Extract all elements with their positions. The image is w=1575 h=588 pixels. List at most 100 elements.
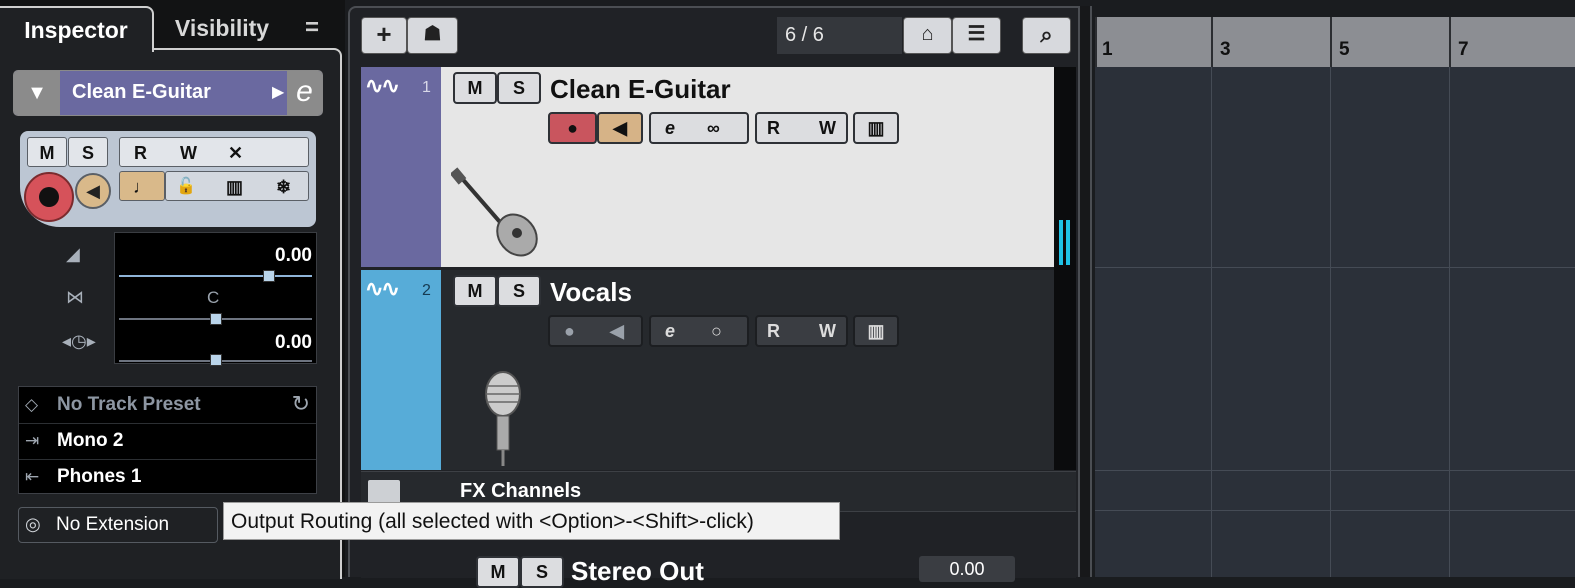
track1-monitor-button[interactable]: ◀: [597, 112, 643, 144]
tab-visibility[interactable]: Visibility: [152, 6, 292, 50]
track2-edit-channel-icon[interactable]: e: [665, 317, 675, 345]
add-track-using-preset-icon[interactable]: ☗: [407, 17, 458, 54]
ruler-label: 3: [1220, 39, 1231, 60]
track1-name[interactable]: Clean E-Guitar: [550, 74, 731, 105]
event-display-grid[interactable]: [1095, 67, 1575, 577]
stereo-out-solo-button[interactable]: S: [520, 556, 564, 588]
track-delay-icon: ◂◷▸: [62, 331, 96, 351]
pan-center-label: C: [207, 288, 220, 307]
input-routing-icon: ⇥: [25, 431, 40, 450]
timeline-ruler[interactable]: 1 3 5 7: [1095, 17, 1575, 67]
track1-lanes-icon[interactable]: ▥: [853, 112, 899, 144]
track-number: 1: [422, 79, 431, 96]
track1-link-icon[interactable]: ∞: [707, 114, 720, 142]
edit-channel-settings-icon[interactable]: e: [287, 71, 322, 115]
automation-suspend-icon[interactable]: ✕: [228, 138, 243, 168]
ruler-label: 5: [1339, 39, 1350, 60]
track2-automation-group: R W: [755, 315, 848, 347]
folder-icon: [368, 480, 400, 504]
ruler-tick: [1330, 17, 1332, 67]
track-number: 2: [422, 282, 431, 299]
track-preset-row[interactable]: ◇ No Track Preset ↻: [19, 387, 316, 424]
pan-slider-handle[interactable]: [210, 313, 222, 325]
track2-monitor-button[interactable]: ◀: [610, 317, 624, 345]
extension-selector[interactable]: ◎ No Extension: [18, 507, 218, 543]
volume-fader-track[interactable]: [119, 275, 312, 277]
tab-inspector[interactable]: Inspector: [0, 6, 154, 52]
track-color-strip: ∿∿ 2: [361, 270, 441, 470]
grid-line: [1095, 510, 1575, 511]
inspector-menu-icon[interactable]: =: [305, 14, 319, 42]
inspector-routing-list: ◇ No Track Preset ↻ ⇥ Mono 2 ⇤ Phones 1: [18, 386, 317, 494]
volume-fader-handle[interactable]: [263, 270, 275, 282]
lock-icon[interactable]: 🔓: [176, 172, 196, 202]
ruler-label: 7: [1458, 39, 1469, 60]
input-routing-row[interactable]: ⇥ Mono 2: [19, 423, 316, 460]
freeze-icon[interactable]: ❄: [276, 172, 291, 202]
track1-automation-group: R W: [755, 112, 848, 144]
output-routing-row[interactable]: ⇤ Phones 1: [19, 459, 316, 495]
inspector-monitor-button[interactable]: ◀: [75, 173, 111, 209]
track1-edit-channel-icon[interactable]: e: [665, 114, 675, 142]
inspector-solo-button[interactable]: S: [68, 137, 108, 167]
ruler-tick: [1211, 17, 1213, 67]
grid-line: [1095, 470, 1575, 471]
output-routing-value: Phones 1: [57, 466, 142, 487]
ruler-tick: [1449, 17, 1451, 67]
stereo-out-mute-button[interactable]: M: [476, 556, 520, 588]
delay-slider-handle[interactable]: [210, 354, 222, 366]
ruler-label: 1: [1102, 39, 1113, 60]
track2-record-monitor-group: ● ◀: [548, 315, 643, 347]
ruler-tick: [1095, 17, 1097, 67]
pan-icon: ⋈: [66, 287, 84, 307]
track-visibility-counter: 6 / 6: [777, 17, 902, 54]
expand-arrow-icon[interactable]: ▶: [272, 71, 284, 115]
inspector-panel: Inspector Visibility = ▼ Clean E-Guitar …: [0, 0, 345, 579]
search-icon[interactable]: ⌕: [1022, 17, 1071, 54]
output-routing-tooltip: Output Routing (all selected with <Optio…: [223, 502, 840, 540]
grid-line: [1095, 267, 1575, 268]
panel-splitter[interactable]: [1078, 6, 1092, 577]
collapse-triangle-icon[interactable]: ▼: [14, 71, 60, 115]
track2-read-button[interactable]: R: [767, 317, 780, 345]
track2-lanes-icon[interactable]: ▥: [853, 315, 899, 347]
track-delay-value[interactable]: 0.00: [275, 332, 312, 354]
track2-record-enable-button[interactable]: ●: [564, 317, 575, 345]
volume-value[interactable]: 0.00: [275, 245, 312, 267]
track2-name[interactable]: Vocals: [550, 277, 632, 308]
audio-track-icon: ∿∿: [365, 73, 400, 98]
stereo-out-volume[interactable]: 0.00: [919, 556, 1015, 582]
track1-record-enable-button[interactable]: ●: [548, 112, 597, 144]
track2-edit-group: e ○: [649, 315, 749, 347]
track-list-menu-icon[interactable]: ☰: [952, 17, 1001, 54]
track2-write-button[interactable]: W: [819, 317, 836, 345]
inspector-fader-box: 0.00 C 0.00: [114, 232, 317, 366]
guitar-track-image: [451, 167, 538, 257]
inspector-track-name-bar[interactable]: ▼ Clean E-Guitar ▶ e: [13, 70, 323, 116]
track-preset-label: No Track Preset: [57, 394, 201, 415]
track1-write-button[interactable]: W: [819, 114, 836, 142]
inspector-state-group: 🔓 ▥ ❄: [165, 171, 309, 201]
grid-line: [1330, 67, 1331, 577]
inspector-track-name: Clean E-Guitar: [72, 81, 211, 103]
lane-icon[interactable]: ▥: [226, 172, 243, 202]
track2-link-icon[interactable]: ○: [711, 317, 722, 345]
inspector-automation-group: R W ✕: [119, 137, 309, 167]
track2-mute-button[interactable]: M: [453, 275, 497, 307]
inspector-write-button[interactable]: W: [180, 138, 197, 168]
inspector-read-button[interactable]: R: [134, 138, 147, 168]
inspector-mute-button[interactable]: M: [27, 137, 67, 167]
track1-read-button[interactable]: R: [767, 114, 780, 142]
visibility-agents-icon[interactable]: ⌂: [903, 17, 952, 54]
musical-timebase-icon[interactable]: ♩: [119, 171, 165, 201]
track-row-clean-e-guitar[interactable]: ∿∿ 1 M S Clean E-Guitar ● ◀ e ∞ R W ▥: [361, 67, 1054, 267]
track-row-vocals[interactable]: ∿∿ 2 M S Vocals ● ◀ e ○ R W ▥: [361, 270, 1054, 470]
track1-solo-button[interactable]: S: [497, 72, 541, 104]
add-track-button[interactable]: +: [361, 17, 407, 54]
inspector-record-enable-button[interactable]: [24, 172, 74, 222]
extension-icon: ◎: [25, 514, 41, 534]
track1-mute-button[interactable]: M: [453, 72, 497, 104]
stereo-out-name: Stereo Out: [571, 556, 704, 586]
track2-solo-button[interactable]: S: [497, 275, 541, 307]
reload-preset-icon[interactable]: ↻: [292, 391, 310, 417]
